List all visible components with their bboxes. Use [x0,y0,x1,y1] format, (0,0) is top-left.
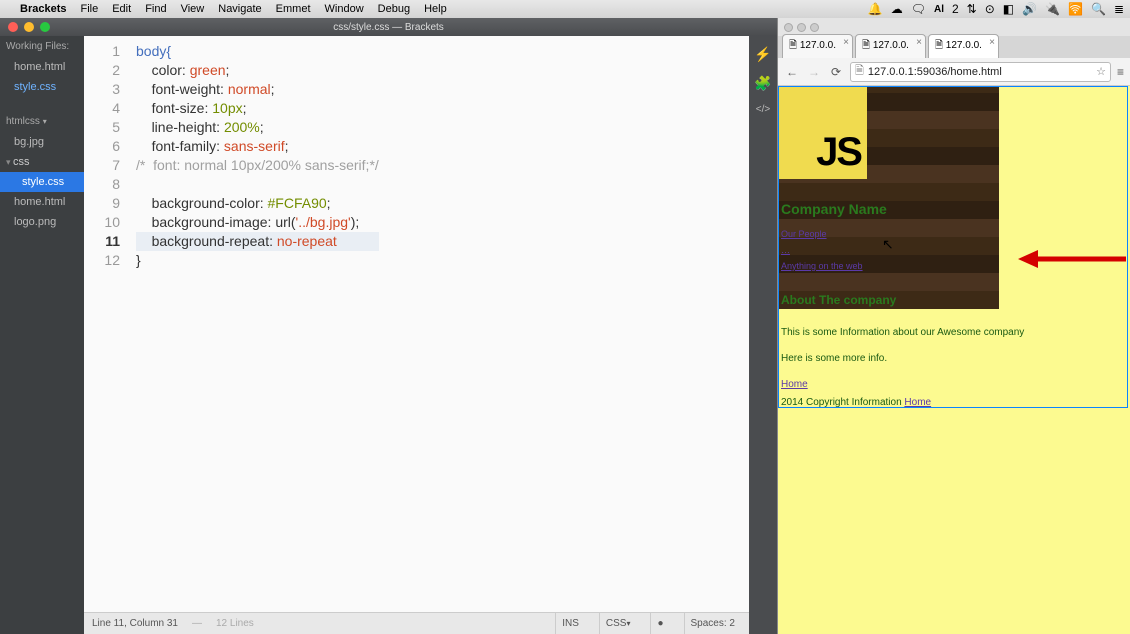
tree-home[interactable]: home.html [0,192,84,212]
nav-link[interactable]: Our People [781,229,863,239]
browser-tab[interactable]: 🗎 127.0.0.× [782,34,853,58]
address-bar[interactable]: 🗎 127.0.0.1:59036/home.html ☆ [850,62,1111,82]
about-heading: About The company [781,293,896,307]
page-nav: Our People … Anything on the web [781,229,863,271]
wifi-icon[interactable]: 🛜 [1068,2,1083,16]
about-paragraph: This is some Information about our Aweso… [781,327,1024,338]
notification-icon[interactable]: 🔔 [868,2,883,16]
menu-emmet[interactable]: Emmet [276,3,311,15]
right-toolbar: ⚡ 🧩 </> [749,36,777,634]
menu-help[interactable]: Help [424,3,447,15]
chat-icon[interactable]: 🗨 [911,2,926,16]
indent-mode[interactable]: Spaces: 2 [684,613,741,634]
menubar-status-icons: 🔔 ☁ 🗨 Al 2 ⇅ ⊙ ◧ 🔊 🔌 🛜 🔍 ≣ [868,2,1124,16]
menu-find[interactable]: Find [145,3,166,15]
working-files-title: Working Files: [0,36,84,57]
cloud-icon[interactable]: ☁ [891,2,903,16]
working-file-style[interactable]: style.css [0,77,84,97]
mac-menu-bar: Brackets File Edit Find View Navigate Em… [0,0,1130,18]
tree-bg[interactable]: bg.jpg [0,132,84,152]
brackets-window: css/style.css — Brackets Working Files: … [0,18,778,634]
copyright: 2014 Copyright Information Home [781,397,931,408]
brackets-sidebar: Working Files: home.html style.css htmlc… [0,36,84,634]
editor[interactable]: 123456789101112 body{ color: green; font… [84,36,749,634]
dropbox-icon[interactable]: ⇅ [967,2,977,16]
back-icon[interactable]: ← [784,65,800,79]
browser-tab[interactable]: 🗎 127.0.0.× [855,34,926,58]
more-info-paragraph: Here is some more info. [781,353,887,364]
page-icon: 🗎 [855,62,864,81]
sync-icon[interactable]: ⊙ [985,2,995,16]
working-file-home[interactable]: home.html [0,57,84,77]
logo: JS [779,87,867,179]
line-count: 12 Lines [216,618,254,629]
menu-edit[interactable]: Edit [112,3,131,15]
power-icon[interactable]: 🔌 [1045,2,1060,16]
forward-icon[interactable]: → [806,65,822,79]
code-icon[interactable]: </> [756,104,770,115]
project-title[interactable]: htmlcss ▾ [0,111,84,132]
tree-logo[interactable]: logo.png [0,212,84,232]
close-icon[interactable] [784,23,793,32]
url-text: 127.0.0.1:59036/home.html [868,66,1002,78]
close-icon[interactable] [8,22,18,32]
status-dot[interactable]: ● [650,613,669,634]
maximize-icon[interactable] [40,22,50,32]
tab-close-icon[interactable]: × [989,37,995,48]
company-heading: Company Name [781,201,887,217]
live-preview-icon[interactable]: ⚡ [754,46,771,63]
tab-close-icon[interactable]: × [916,37,922,48]
nav-link[interactable]: … [781,245,863,255]
tab-close-icon[interactable]: × [843,37,849,48]
window-title: css/style.css — Brackets [0,22,777,33]
insert-mode[interactable]: INS [555,613,585,634]
bookmark-icon[interactable]: ☆ [1096,65,1106,78]
spotlight-icon[interactable]: 🔍 [1091,2,1106,16]
menu-file[interactable]: File [80,3,98,15]
menu-debug[interactable]: Debug [378,3,410,15]
menu-view[interactable]: View [181,3,205,15]
home-link[interactable]: Home [781,379,808,390]
tree-css-folder[interactable]: css [0,152,84,172]
menu-navigate[interactable]: Navigate [218,3,261,15]
page-body: JS Company Name Our People … Anything on… [778,86,1128,408]
nav-link[interactable]: Anything on the web [781,261,863,271]
logo-text: JS [816,130,861,175]
badge-2: 2 [952,2,959,16]
notification-center-icon[interactable]: ≣ [1114,2,1124,16]
menu-window[interactable]: Window [325,3,364,15]
minimize-icon[interactable] [797,23,806,32]
tree-css-style[interactable]: style.css [0,172,84,192]
extension-manager-icon[interactable]: 🧩 [754,75,771,92]
display-icon[interactable]: ◧ [1003,2,1014,16]
page-viewport: JS Company Name Our People … Anything on… [778,86,1130,634]
brackets-titlebar[interactable]: css/style.css — Brackets [0,18,777,36]
minimize-icon[interactable] [24,22,34,32]
language-mode[interactable]: CSS ▾ [599,613,637,634]
status-bar: Line 11, Column 31 — 12 Lines INS CSS ▾ … [84,612,749,634]
chrome-toolbar: ← → ⟳ 🗎 127.0.0.1:59036/home.html ☆ ≡ [778,58,1130,86]
adobe-icon[interactable]: Al [934,4,944,15]
copyright-home-link[interactable]: Home [904,397,931,408]
chrome-tabs: 🗎 127.0.0.×🗎 127.0.0.×🗎 127.0.0.× [778,36,1130,58]
browser-tab[interactable]: 🗎 127.0.0.× [928,34,999,58]
app-name[interactable]: Brackets [20,3,66,15]
volume-icon[interactable]: 🔊 [1022,2,1037,16]
chrome-menu-icon[interactable]: ≡ [1117,65,1124,79]
cursor-position: Line 11, Column 31 [92,618,178,629]
reload-icon[interactable]: ⟳ [828,65,844,79]
line-gutter: 123456789101112 [84,36,130,612]
code-area[interactable]: body{ color: green; font-weight: normal;… [130,36,379,612]
maximize-icon[interactable] [810,23,819,32]
chrome-window: 🗎 127.0.0.×🗎 127.0.0.×🗎 127.0.0.× ← → ⟳ … [778,18,1130,634]
